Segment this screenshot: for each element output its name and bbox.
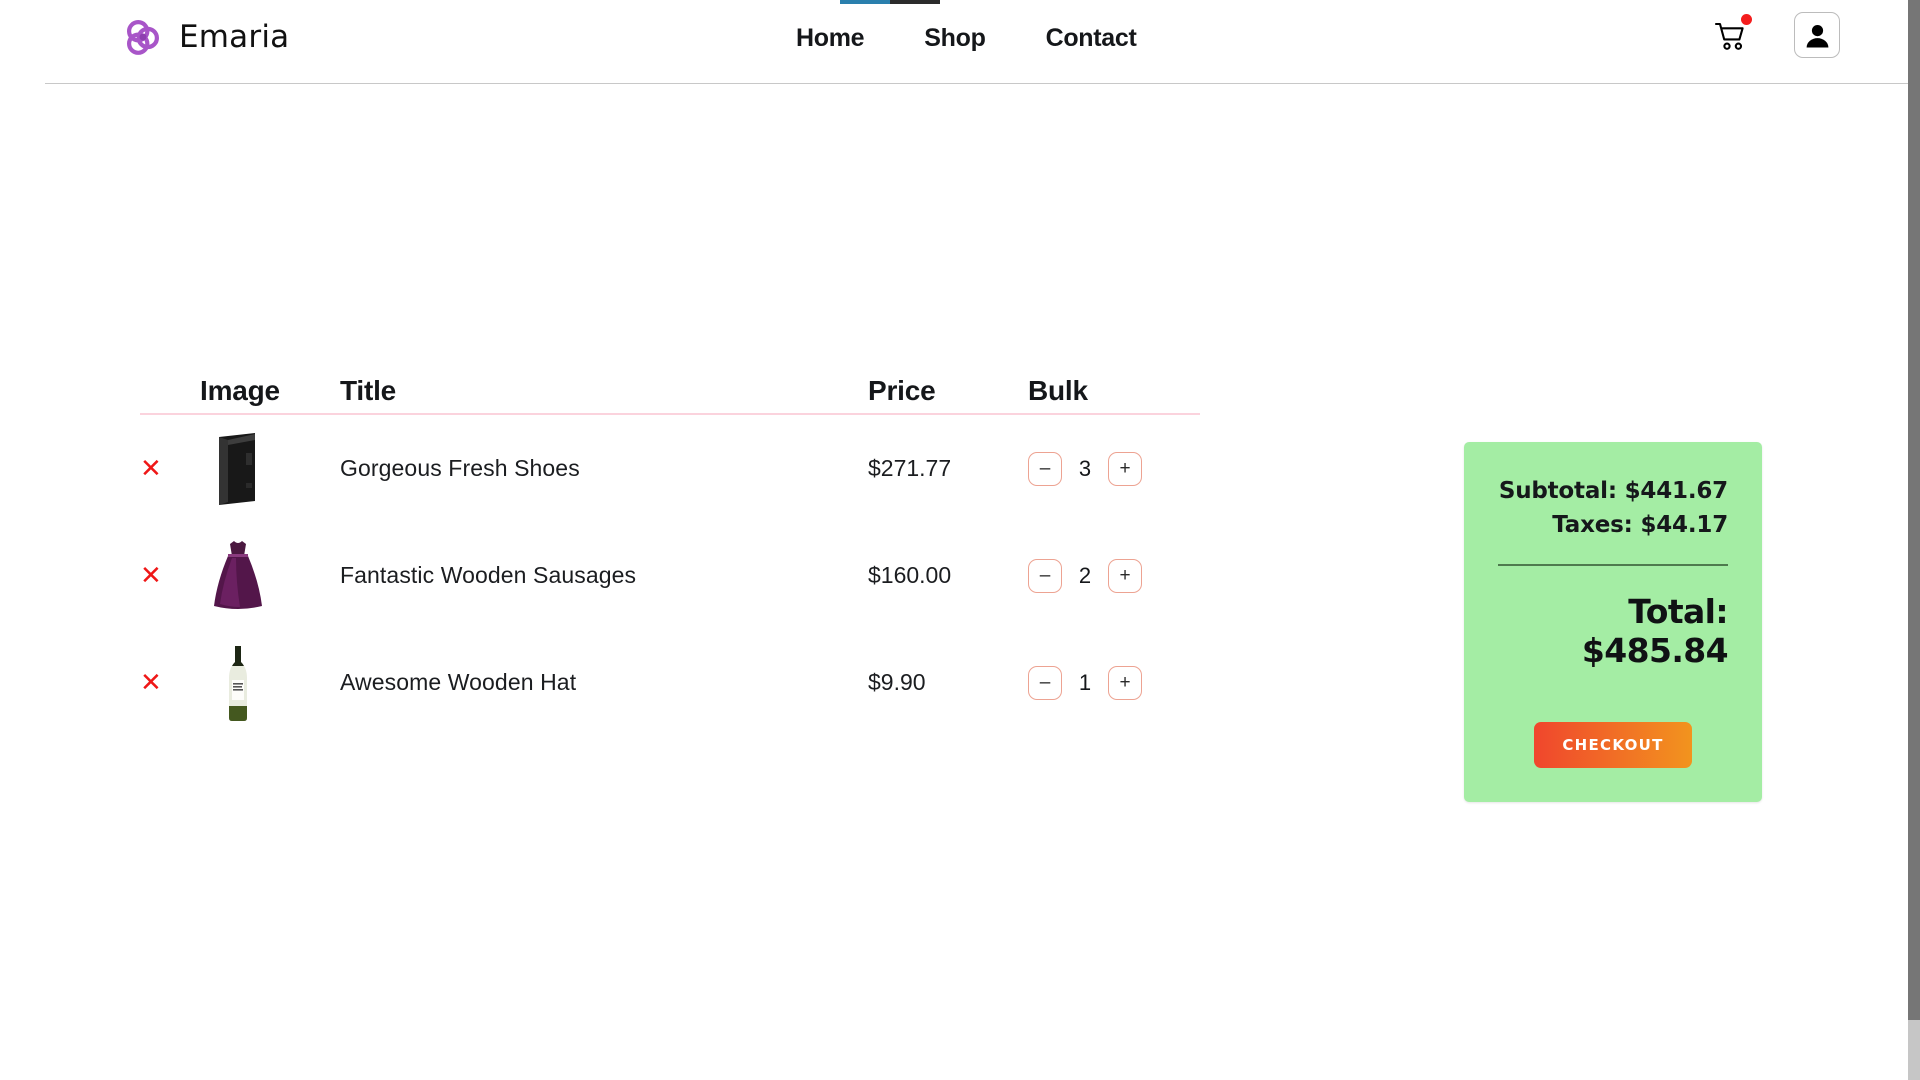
checkout-button[interactable]: CHECKOUT	[1534, 722, 1692, 768]
primary-navigation: Home Shop Contact	[796, 24, 1137, 53]
quantity-value: 2	[1078, 562, 1092, 588]
page-root: Emaria Home Shop Contact Image Title Pri…	[0, 0, 1920, 1080]
checkout-button-container: CHECKOUT	[1498, 722, 1728, 768]
user-account-icon	[1806, 24, 1828, 47]
cart-table: Image Title Price Bulk ✕ Gorgeous Fresh …	[140, 355, 1200, 736]
order-summary-panel: Subtotal: $441.67 Taxes: $44.17 Total: $…	[1464, 442, 1762, 802]
summary-divider	[1498, 564, 1728, 566]
product-title[interactable]: Gorgeous Fresh Shoes	[340, 455, 580, 481]
browser-viewport: Emaria Home Shop Contact Image Title Pri…	[0, 0, 1908, 1080]
nav-link-contact[interactable]: Contact	[1046, 24, 1137, 53]
product-thumbnail[interactable]	[200, 431, 276, 507]
product-price: $9.90	[868, 669, 926, 695]
decrement-quantity-button[interactable]: –	[1028, 451, 1062, 486]
account-button[interactable]	[1794, 12, 1840, 58]
table-row: ✕ Awesome Wooden Hat $9.90 – 1 +	[140, 629, 1200, 736]
purple-dress-thumbnail-icon	[214, 540, 262, 609]
product-thumbnail[interactable]	[200, 645, 276, 721]
site-header: Emaria Home Shop Contact	[0, 0, 1908, 84]
wine-bottle-thumbnail-icon	[229, 645, 247, 721]
emaria-knot-logo-icon	[126, 20, 160, 55]
header-actions	[1712, 12, 1840, 58]
product-price: $160.00	[868, 562, 952, 588]
page-scrollbar[interactable]	[1908, 0, 1920, 1080]
decrement-quantity-button[interactable]: –	[1028, 558, 1062, 593]
quantity-value: 1	[1078, 669, 1092, 695]
product-thumbnail[interactable]	[200, 538, 276, 614]
quantity-value: 3	[1078, 455, 1092, 481]
increment-quantity-button[interactable]: +	[1108, 665, 1142, 700]
quantity-stepper: – 1 +	[1028, 665, 1200, 700]
remove-item-button[interactable]: ✕	[140, 561, 162, 591]
increment-quantity-button[interactable]: +	[1108, 451, 1142, 486]
table-row: ✕ Gorgeous Fresh Shoes $271.77 – 3 +	[140, 415, 1200, 522]
total-line: Total: $485.84	[1581, 592, 1729, 670]
cart-notification-dot	[1741, 14, 1752, 25]
increment-quantity-button[interactable]: +	[1108, 558, 1142, 593]
column-header-image: Image	[200, 375, 280, 406]
nav-link-shop[interactable]: Shop	[924, 24, 986, 53]
scrollbar-thumb[interactable]	[1908, 0, 1920, 1020]
product-price: $271.77	[868, 455, 952, 481]
remove-item-button[interactable]: ✕	[140, 668, 162, 698]
brand-name: Emaria	[179, 19, 290, 55]
quantity-stepper: – 2 +	[1028, 558, 1200, 593]
nav-link-home[interactable]: Home	[796, 24, 865, 53]
remove-item-button[interactable]: ✕	[140, 454, 162, 484]
brand-logo-link[interactable]: Emaria	[120, 14, 289, 60]
subtotal-line: Subtotal: $441.67	[1498, 478, 1728, 504]
quantity-stepper: – 3 +	[1028, 451, 1200, 486]
column-header-bulk: Bulk	[1028, 375, 1088, 406]
product-title[interactable]: Awesome Wooden Hat	[340, 669, 576, 695]
cart-table-header: Image Title Price Bulk	[140, 355, 1200, 415]
product-title[interactable]: Fantastic Wooden Sausages	[340, 562, 636, 588]
table-row: ✕ Fantastic Wooden Sausages $160.00 – 2 …	[140, 522, 1200, 629]
taxes-line: Taxes: $44.17	[1552, 512, 1728, 538]
cart-button[interactable]	[1712, 14, 1752, 54]
column-header-title: Title	[340, 375, 397, 406]
column-header-price: Price	[868, 375, 936, 406]
computer-tower-thumbnail-icon	[219, 432, 255, 505]
decrement-quantity-button[interactable]: –	[1028, 665, 1062, 700]
